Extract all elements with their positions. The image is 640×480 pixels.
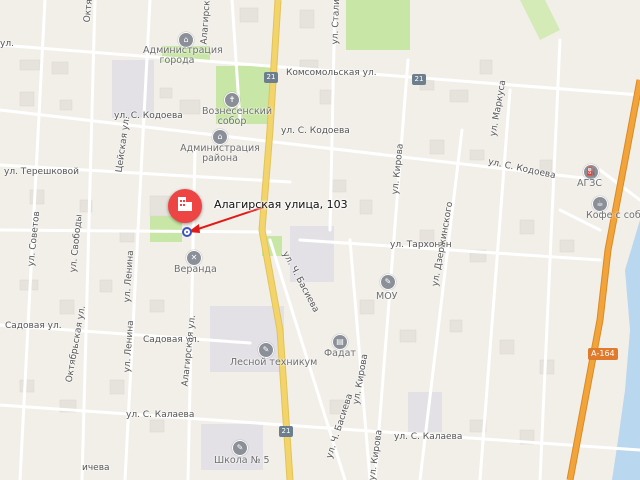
highway-shield: А-164 (588, 348, 618, 360)
address-label[interactable]: Алагирская улица, 103 (214, 198, 348, 211)
poi-label[interactable]: Кофе с собой (586, 211, 640, 221)
poi-label[interactable]: МОУ (376, 292, 397, 302)
street-label: ичева (82, 463, 110, 473)
route-shield: 21 (412, 74, 426, 85)
street-label: ул. (0, 39, 14, 49)
street-label: Комсомольская ул. (286, 68, 377, 78)
poi-label[interactable]: Фадат (324, 349, 356, 359)
street-label: Садовая ул. (5, 321, 62, 331)
street-label: ул. С. Калаева (394, 432, 463, 442)
poi-label[interactable]: Веранда (174, 265, 217, 275)
map-canvas[interactable]: ул. Октябрьская ул. Алагирская ул. ул. С… (0, 0, 640, 480)
poi-label[interactable]: Вознесенский собор (202, 107, 272, 126)
location-dot-icon[interactable] (182, 227, 192, 237)
school-icon[interactable]: ✎ (232, 440, 248, 456)
poi-label[interactable]: АГЗС (577, 179, 602, 189)
street-label: ул. Терешковой (4, 167, 79, 177)
route-shield: 21 (264, 72, 278, 83)
building-icon[interactable] (168, 189, 202, 223)
poi-label[interactable]: Администрация города (143, 46, 223, 65)
street-label: ул. С. Калаева (126, 410, 195, 420)
poi-label[interactable]: Администрация района (174, 144, 266, 163)
poi-label[interactable]: Школа № 5 (214, 456, 270, 466)
college-icon[interactable]: ✎ (258, 342, 274, 358)
route-shield: 21 (279, 426, 293, 437)
poi-label[interactable]: Лесной техникум (230, 358, 317, 368)
street-label: ул. С. Кодоева (281, 126, 350, 136)
school-icon[interactable]: ✎ (380, 274, 396, 290)
